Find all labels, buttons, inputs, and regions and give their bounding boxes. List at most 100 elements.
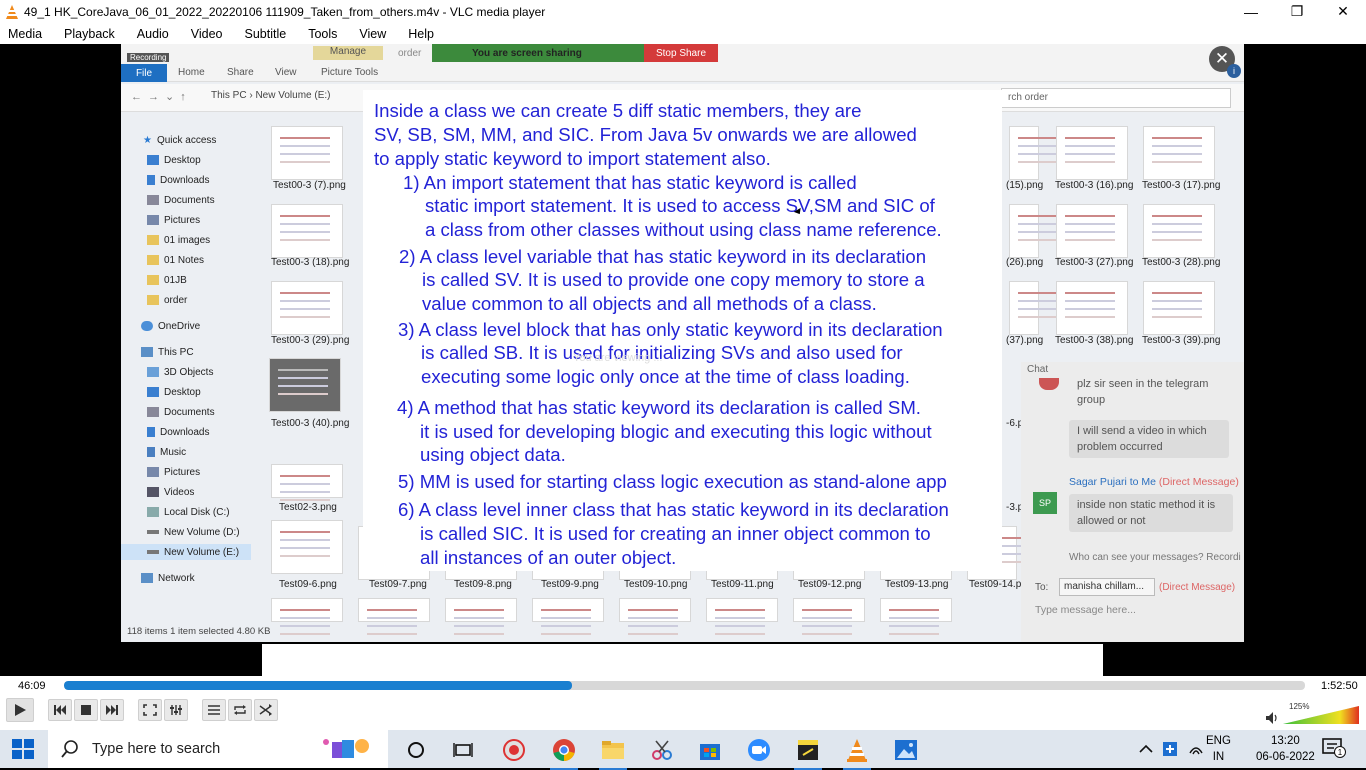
menu-help[interactable]: Help <box>404 27 438 41</box>
file-tab: File <box>121 64 167 82</box>
slide-line: 1) An import statement that has static k… <box>403 172 857 193</box>
recording-indicator: Recording <box>127 53 170 62</box>
taskbar-app-store[interactable] <box>690 734 730 766</box>
vlc-icon <box>847 739 867 762</box>
nav-arrows-icon: ←→⌄↑ <box>131 91 192 103</box>
nav-item-selected: New Volume (E:) <box>121 544 251 560</box>
nav-item: Documents <box>147 404 215 420</box>
menu-playback[interactable]: Playback <box>60 27 119 41</box>
taskbar-app-record[interactable] <box>494 734 534 766</box>
nav-item: New Volume (D:) <box>147 524 240 540</box>
taskbar-app-photos[interactable] <box>886 734 926 766</box>
volume-slider[interactable]: 125% <box>1283 702 1359 725</box>
cortana-button[interactable] <box>396 734 436 766</box>
fullscreen-icon <box>143 704 157 716</box>
wifi-icon[interactable] <box>1188 741 1204 757</box>
menu-subtitle[interactable]: Subtitle <box>241 27 291 41</box>
notifications-button[interactable]: 1 <box>1322 738 1346 758</box>
task-view-icon <box>453 743 473 757</box>
explorer-status-bar: 118 items 1 item selected 4.80 KB <box>127 626 271 637</box>
nav-item: Videos <box>147 484 194 500</box>
system-tray <box>1138 730 1204 768</box>
next-button[interactable] <box>100 699 124 721</box>
plus-app-icon[interactable] <box>1162 741 1178 757</box>
chat-message: inside non static method it is allowed o… <box>1069 494 1233 532</box>
menu-tools[interactable]: Tools <box>304 27 341 41</box>
clock[interactable]: 13:20 06-06-2022 <box>1256 733 1315 765</box>
play-button[interactable] <box>6 698 34 722</box>
folder-icon <box>147 295 159 305</box>
menu-view[interactable]: View <box>355 27 390 41</box>
window-controls: — ❐ ✕ <box>1228 0 1366 23</box>
slide-line: is called SV. It is used to provide one … <box>422 269 925 290</box>
desktop-icon <box>147 387 159 397</box>
avatar: SP <box>1033 492 1057 514</box>
file-thumbnail <box>532 598 604 622</box>
file-name: Test09-13.png <box>885 579 949 590</box>
seek-bar[interactable] <box>64 681 1305 690</box>
file-thumbnail <box>1143 126 1215 180</box>
taskbar-search[interactable]: Type here to search <box>48 730 388 768</box>
file-thumbnail <box>1056 126 1128 180</box>
loop-button[interactable] <box>228 699 252 721</box>
shuffle-button[interactable] <box>254 699 278 721</box>
file-name: Test09-7.png <box>369 579 427 590</box>
nav-item: 3D Objects <box>147 364 213 380</box>
restore-button[interactable]: ❐ <box>1274 0 1320 23</box>
file-name: (15).png <box>1006 180 1044 191</box>
annotation-toolbar <box>262 644 1103 676</box>
taskbar-search-text: Type here to search <box>92 741 221 757</box>
stop-button[interactable] <box>74 699 98 721</box>
menu-video[interactable]: Video <box>187 27 227 41</box>
sharing-text: You are screen sharing <box>472 47 582 59</box>
chrome-icon <box>553 739 575 761</box>
taskbar-app-snip[interactable] <box>642 734 682 766</box>
notification-count: 1 <box>1334 746 1346 758</box>
player-controls: 46:09 1:52:50 125% <box>0 676 1366 730</box>
windows-start-icon[interactable] <box>12 739 34 759</box>
taskbar-app-sticky[interactable] <box>788 734 828 770</box>
slide-line: to apply static keyword to import statem… <box>374 148 771 169</box>
language-indicator[interactable]: ENG IN <box>1206 733 1231 765</box>
playlist-button[interactable] <box>202 699 226 721</box>
chat-panel: Chat plz sir seen in the telegram group … <box>1021 362 1244 642</box>
videos-icon <box>147 487 159 497</box>
taskbar-app-vlc[interactable] <box>837 734 877 770</box>
sticky-notes-icon <box>798 740 818 760</box>
nav-item: Pictures <box>147 212 200 228</box>
file-thumbnail <box>619 598 691 622</box>
drive-icon <box>147 530 159 534</box>
fullscreen-button[interactable] <box>138 699 162 721</box>
video-display[interactable]: Recording Manage order File Home Share V… <box>0 44 1366 676</box>
task-view-button[interactable] <box>443 734 483 766</box>
file-thumbnail <box>1009 281 1068 335</box>
clock-time: 13:20 <box>1271 735 1300 747</box>
file-thumbnail <box>706 598 778 622</box>
file-thumbnail <box>880 598 952 622</box>
file-thumbnail <box>793 598 865 622</box>
nav-item: ★ Quick access <box>143 134 217 147</box>
close-button[interactable]: ✕ <box>1320 0 1366 23</box>
file-thumbnail <box>271 520 343 574</box>
taskbar-app-explorer[interactable] <box>593 734 633 770</box>
slide-line: it is used for developing blogic and exe… <box>420 421 932 442</box>
file-name: Test00-3 (7).png <box>273 180 346 191</box>
menu-audio[interactable]: Audio <box>133 27 173 41</box>
extended-settings-button[interactable] <box>164 699 188 721</box>
file-name: Test09-8.png <box>454 579 512 590</box>
slide-line: 5) MM is used for starting class logic e… <box>398 471 947 492</box>
slide-line: all instances of an outer object. <box>420 547 677 568</box>
title-bar: 49_1 HK_CoreJava_06_01_2022_20220106 111… <box>0 0 1366 23</box>
menu-media[interactable]: Media <box>4 27 46 41</box>
speaker-icon[interactable] <box>1265 711 1279 725</box>
previous-button[interactable] <box>48 699 72 721</box>
desktop-icon <box>147 155 159 165</box>
taskbar-app-zoom[interactable] <box>739 734 779 766</box>
slide-line: Inside a class we can create 5 diff stat… <box>374 100 862 121</box>
minimize-button[interactable]: — <box>1228 0 1274 23</box>
shuffle-icon <box>259 704 272 716</box>
equalizer-icon <box>170 705 182 715</box>
chevron-up-icon[interactable] <box>1138 741 1154 757</box>
file-thumbnail <box>271 464 343 498</box>
taskbar-app-chrome[interactable] <box>544 734 584 770</box>
